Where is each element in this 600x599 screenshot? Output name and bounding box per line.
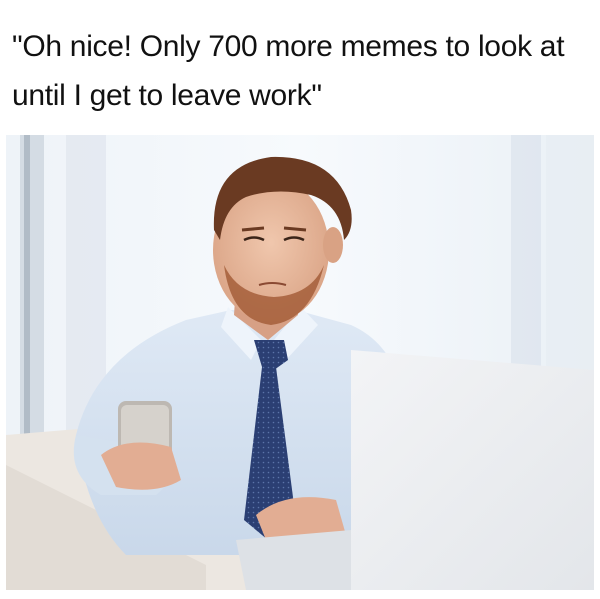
- meme-caption: "Oh nice! Only 700 more memes to look at…: [12, 30, 565, 112]
- meme: "Oh nice! Only 700 more memes to look at…: [0, 0, 600, 599]
- meme-photo: [6, 135, 594, 590]
